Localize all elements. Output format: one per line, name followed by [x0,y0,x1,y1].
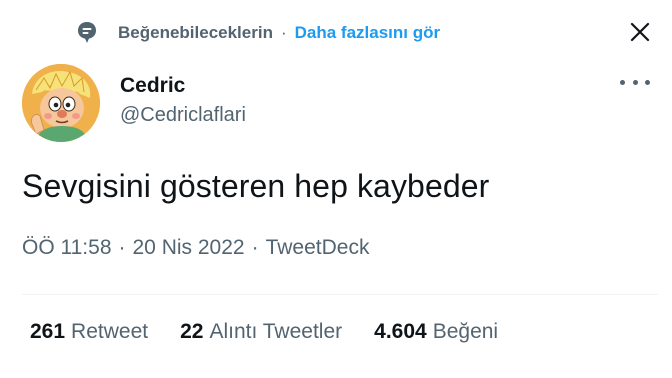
tweet-stats: 261 Retweet 22 Alıntı Tweetler 4.604 Beğ… [30,320,498,344]
meta-separator: · [118,236,126,259]
more-horizontal-icon[interactable] [620,72,650,92]
retweet-count: 261 [30,320,66,343]
like-label: Beğeni [432,320,499,343]
see-more-link[interactable]: Daha fazlasını gör [295,23,440,43]
retweet-stat[interactable]: 261 Retweet [30,320,148,344]
author-name[interactable]: Cedric [120,74,185,98]
meta-separator: · [251,236,259,259]
heart-bubble-icon [78,22,96,43]
more-dot [620,79,625,85]
quote-stat[interactable]: 22 Alıntı Tweetler [180,320,342,344]
avatar[interactable] [22,64,100,142]
quote-label: Alıntı Tweetler [209,320,343,343]
more-dot [632,79,638,85]
cartoon-avatar-image [22,64,100,142]
more-dot [645,79,650,85]
quote-count: 22 [180,320,204,343]
tweet-text: Sevgisini gösteren hep kaybeder [22,168,490,204]
tweet-meta: ÖÖ 11:58 · 20 Nis 2022 · TweetDeck [22,236,369,260]
tweet-time[interactable]: ÖÖ 11:58 [22,236,112,260]
like-stat[interactable]: 4.604 Beğeni [374,320,498,344]
author-handle[interactable]: @Cedriclaflari [120,104,246,127]
suggestion-separator: · [280,23,287,42]
like-count: 4.604 [374,320,427,343]
close-icon[interactable] [628,20,652,44]
tweet-date[interactable]: 20 Nis 2022 [133,236,245,260]
suggestion-bar: Beğenebileceklerin · Daha fazlasını gör [78,20,440,46]
divider [22,294,658,295]
suggestion-reason: Beğenebileceklerin [118,23,273,42]
tweet-source[interactable]: TweetDeck [266,236,370,260]
retweet-label: Retweet [71,320,149,343]
